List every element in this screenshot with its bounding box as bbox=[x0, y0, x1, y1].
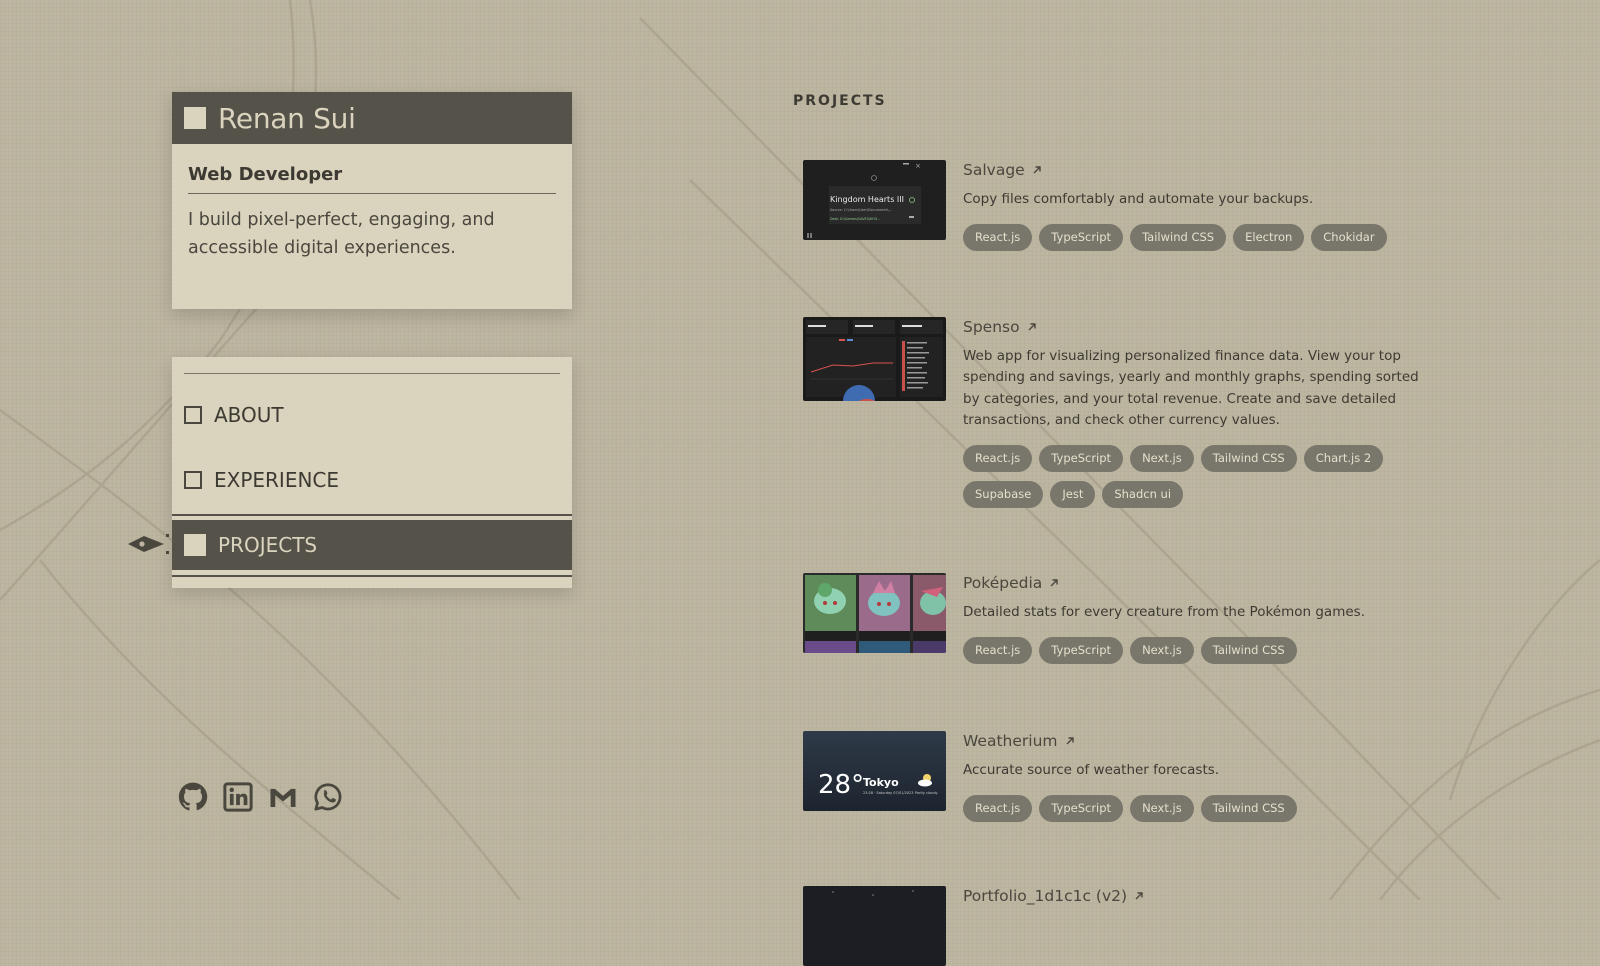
project-thumbnail[interactable] bbox=[803, 317, 946, 401]
profile-name: Renan Sui bbox=[218, 101, 356, 135]
square-icon bbox=[184, 107, 206, 129]
project-thumbnail[interactable] bbox=[803, 573, 946, 653]
project-thumbnail[interactable] bbox=[803, 886, 946, 966]
project-description: Accurate source of weather forecasts. bbox=[963, 762, 1220, 778]
thumbnail-condition: Partly cloudy bbox=[915, 791, 938, 795]
tag: Tailwind CSS bbox=[1130, 224, 1227, 252]
tag: Next.js bbox=[1130, 445, 1194, 473]
tag: TypeScript bbox=[1039, 224, 1124, 252]
project-title-link[interactable]: Spenso bbox=[963, 317, 1037, 337]
project-thumbnail[interactable]: × Kingdom Hearts III Source: C:\Users\Us… bbox=[803, 160, 946, 240]
thumbnail-title: Kingdom Hearts III bbox=[830, 195, 904, 204]
thumbnail-city: Tokyo bbox=[863, 776, 899, 789]
project-card[interactable]: Spenso Web app for visualizing personali… bbox=[803, 317, 1428, 517]
checkbox-icon bbox=[184, 471, 202, 489]
external-link-arrow-icon bbox=[1033, 166, 1041, 174]
tag: React.js bbox=[963, 637, 1033, 665]
profile-card: Renan Sui Web Developer I build pixel-pe… bbox=[172, 92, 572, 309]
tag: Shadcn ui bbox=[1102, 481, 1184, 509]
section-nav: ABOUT EXPERIENCE PROJECTS bbox=[172, 357, 572, 588]
project-card[interactable]: × Kingdom Hearts III Source: C:\Users\Us… bbox=[803, 160, 1428, 320]
external-link-arrow-icon bbox=[1028, 323, 1036, 331]
thumbnail-source: Source: C:\Users\User\Documents\... bbox=[830, 208, 892, 212]
tag: Chokidar bbox=[1311, 224, 1387, 252]
whatsapp-icon[interactable] bbox=[313, 782, 343, 812]
divider bbox=[172, 514, 572, 516]
profile-header: Renan Sui bbox=[172, 92, 572, 144]
project-title-link[interactable]: Portfolio_1d1c1c (v2) bbox=[963, 886, 1144, 906]
tag: Next.js bbox=[1130, 637, 1194, 665]
profile-role: Web Developer bbox=[188, 164, 556, 194]
tag: Supabase bbox=[963, 481, 1044, 509]
tag: React.js bbox=[963, 224, 1033, 252]
tag-list: React.js TypeScript Next.js Tailwind CSS bbox=[963, 637, 1428, 665]
tag: React.js bbox=[963, 445, 1033, 473]
project-description: Web app for visualizing personalized fin… bbox=[963, 348, 1419, 428]
divider bbox=[172, 575, 572, 577]
tag-list: React.js TypeScript Next.js Tailwind CSS… bbox=[963, 445, 1428, 509]
nav-label: EXPERIENCE bbox=[214, 468, 340, 492]
tag: Tailwind CSS bbox=[1200, 445, 1297, 473]
nav-item-about[interactable]: ABOUT bbox=[172, 390, 572, 440]
project-card[interactable]: Poképedia Detailed stats for every creat… bbox=[803, 573, 1428, 733]
tag-list: React.js TypeScript Next.js Tailwind CSS bbox=[963, 795, 1428, 823]
tag: TypeScript bbox=[1039, 445, 1124, 473]
tag: Chart.js 2 bbox=[1303, 445, 1384, 473]
project-card[interactable]: 28° Tokyo 23:28 · Saturday 07/01/2023 Pa… bbox=[803, 731, 1428, 891]
cursor-pointer-icon bbox=[128, 534, 169, 554]
tag: TypeScript bbox=[1039, 637, 1124, 665]
svg-text:×: × bbox=[915, 162, 921, 170]
project-title-link[interactable]: Salvage bbox=[963, 160, 1042, 180]
social-links bbox=[178, 782, 343, 812]
tag: Electron bbox=[1233, 224, 1305, 252]
nav-label: PROJECTS bbox=[218, 533, 318, 557]
profile-description: I build pixel-perfect, engaging, and acc… bbox=[188, 210, 495, 258]
gmail-icon[interactable] bbox=[268, 782, 298, 812]
tag-list: React.js TypeScript Tailwind CSS Electro… bbox=[963, 224, 1428, 252]
nav-label: ABOUT bbox=[214, 403, 284, 427]
thumbnail-destination: Dest: D:\Games\SAVES\KH3... bbox=[830, 217, 880, 221]
checkbox-icon bbox=[184, 406, 202, 424]
section-title: PROJECTS bbox=[793, 93, 887, 109]
tag: Tailwind CSS bbox=[1200, 637, 1297, 665]
external-link-arrow-icon bbox=[1050, 579, 1058, 587]
tag: TypeScript bbox=[1039, 795, 1124, 823]
project-card[interactable]: Portfolio_1d1c1c (v2) bbox=[803, 886, 1428, 966]
nav-item-experience[interactable]: EXPERIENCE bbox=[172, 455, 572, 505]
github-icon[interactable] bbox=[178, 782, 208, 812]
checkbox-filled-icon bbox=[184, 534, 206, 556]
divider bbox=[184, 373, 560, 374]
project-thumbnail[interactable]: 28° Tokyo 23:28 · Saturday 07/01/2023 Pa… bbox=[803, 731, 946, 811]
external-link-arrow-icon bbox=[1066, 737, 1074, 745]
thumbnail-temperature: 28° bbox=[818, 770, 864, 800]
project-description: Detailed stats for every creature from t… bbox=[963, 604, 1365, 620]
thumbnail-date: 23:28 · Saturday 07/01/2023 bbox=[863, 791, 913, 795]
nav-item-projects[interactable]: PROJECTS bbox=[172, 520, 572, 570]
tag: React.js bbox=[963, 795, 1033, 823]
project-title-link[interactable]: Poképedia bbox=[963, 573, 1059, 593]
tag: Jest bbox=[1050, 481, 1096, 509]
tag: Tailwind CSS bbox=[1200, 795, 1297, 823]
linkedin-icon[interactable] bbox=[223, 782, 253, 812]
project-description: Copy files comfortably and automate your… bbox=[963, 191, 1314, 207]
tag: Next.js bbox=[1130, 795, 1194, 823]
project-title-link[interactable]: Weatherium bbox=[963, 731, 1075, 751]
